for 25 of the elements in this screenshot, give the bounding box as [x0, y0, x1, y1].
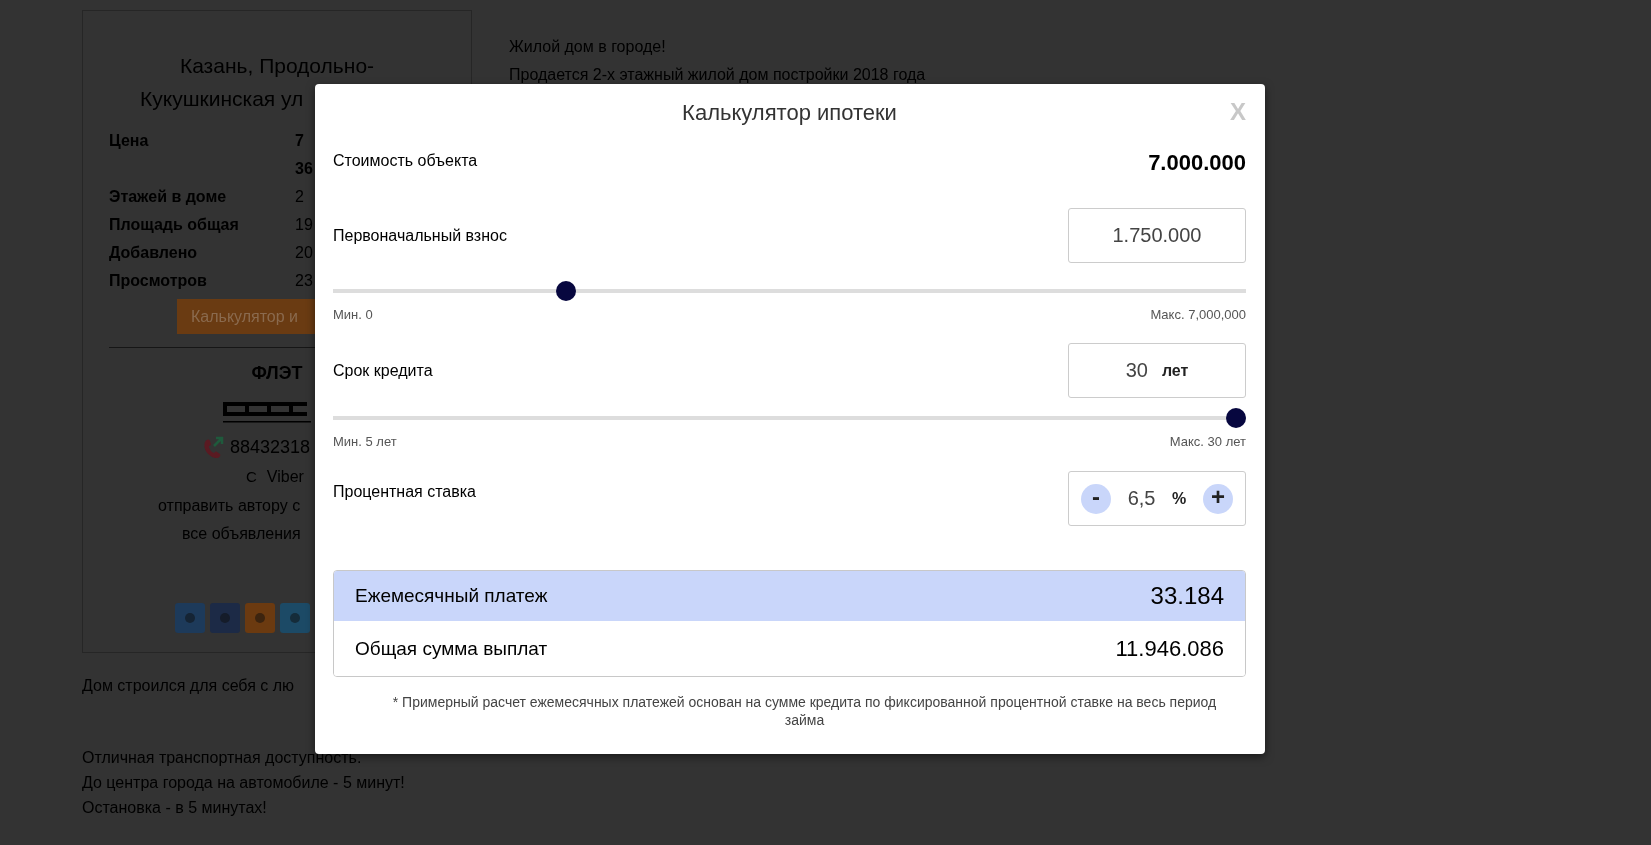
property-cost-value: 7.000.000: [1148, 150, 1246, 176]
dialog-title: Калькулятор ипотеки: [682, 100, 897, 126]
min-label: Мин. 5 лет: [333, 434, 397, 449]
interest-rate-field[interactable]: - 6,5 % +: [1068, 471, 1246, 526]
unit-label: %: [1172, 489, 1187, 508]
unit-label: лет: [1161, 361, 1189, 380]
result-value: 33.184: [1150, 582, 1224, 610]
result-label: Ежемесячный платеж: [355, 585, 548, 607]
field-label: Стоимость объекта: [333, 152, 478, 170]
slider-thumb[interactable]: [1226, 408, 1246, 428]
result-label: Общая сумма выплат: [355, 637, 548, 660]
down-payment-field[interactable]: 1.750.000: [1068, 208, 1246, 263]
footnote: * Примерный расчет ежемесячных платежей основан на сумме кредита по фиксированной процентной ставке на весь период займа: [391, 693, 1218, 729]
max-label: Макс. 30 лет: [1169, 434, 1246, 449]
field-label: Срок кредита: [333, 362, 433, 380]
slider-thumb[interactable]: [556, 281, 577, 301]
field-label: Процентная ставка: [333, 483, 476, 501]
max-label: Макс. 7,000,000: [1150, 307, 1246, 322]
increment-button[interactable]: +: [1202, 483, 1233, 514]
phone-icon: [202, 435, 224, 459]
min-label: Мин. 0: [333, 307, 373, 322]
field-label: Первоначальный взнос: [333, 227, 507, 245]
loan-term-field[interactable]: 30 лет: [1068, 343, 1246, 398]
result-value: 11.946.086: [1115, 635, 1224, 662]
decrement-button[interactable]: -: [1081, 483, 1111, 514]
